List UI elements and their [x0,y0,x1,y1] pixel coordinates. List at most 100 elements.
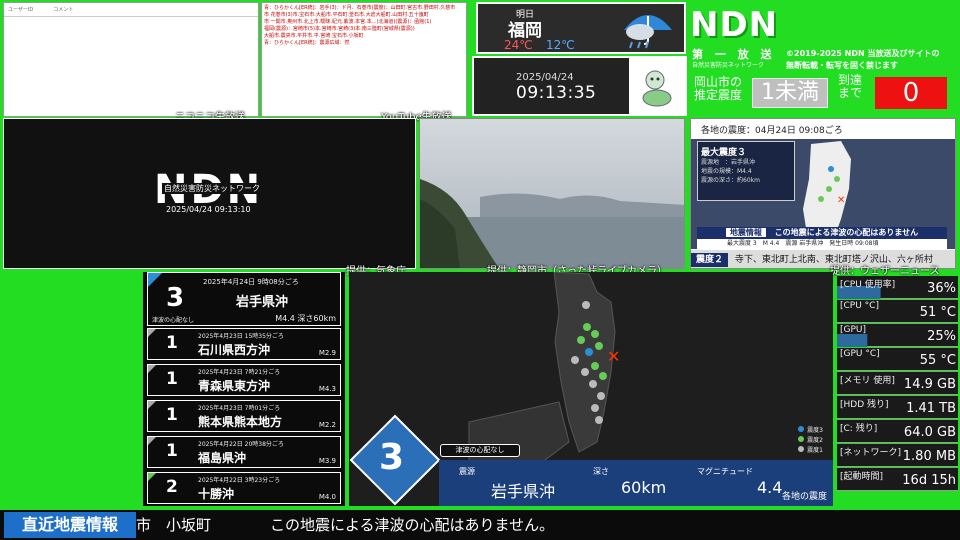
copyright-line-1: ©2019-2025 NDN 当放送及びサイトの [786,49,940,58]
weather-panel: 明日 福岡 24℃ 12℃ [476,2,686,54]
stat-value: 25% [927,329,956,344]
quake-tsunami: 津波の心配なし [152,317,195,324]
stat-value: 1.80 MB [902,449,956,464]
quake-magnitude: M2.2 [318,421,336,429]
regional-info-strip: 最大震度 3 M 4.4 震源 岩手県沖 発生日時 09:08頃 [697,239,947,249]
legend-item: 震度1 [798,446,823,456]
quake-magnitude: M4.4 深さ60km [275,314,336,323]
quake-intensity: 3 [166,283,185,313]
quake-list-item[interactable]: 2 2025年4月22日 3時23分ごろ 十勝沖 M4.0 [147,472,341,504]
legend-label: 震度3 [807,427,823,434]
stat-key: [GPU] [840,325,867,335]
nico-comment-header: ユーザーID コメント [4,3,258,17]
quake-intensity: 1 [166,369,178,389]
yt-comment-line: 青：ひらかくん[ER統]：震源広域：然 [264,40,350,46]
stat-cpu-temp: [CPU °C] 51 °C [837,300,958,323]
stat-key: [メモリ 使用] [840,376,895,386]
stat-key: [CPU °C] [840,301,879,311]
quake-magnitude: M4.0 [318,493,336,501]
regional-row: 震源の深さ：約60km [701,177,760,184]
quake-place: 青森県東方沖 [198,379,271,393]
ticker-label: 直近地震情報 [4,512,136,538]
estimated-intensity-value: 1未満 [752,78,828,108]
epicenter-value: 岩手県沖 [491,482,556,501]
recent-quake-list: 3 2025年4月24日 9時08分ごろ 岩手県沖 津波の心配なし M4.4 深… [143,272,345,506]
quake-list-item[interactable]: 1 2025年4月23日 7時21分ごろ 青森県東方沖 M4.3 [147,364,341,396]
mascot-icon [642,70,672,107]
intensity-corner [148,473,156,481]
stat-hdd: [HDD 残り] 1.41 TB [837,396,958,419]
magnitude-value: 4.4 [757,478,783,497]
stat-value: 16d 15h [902,473,956,488]
stat-key: [C: 残り] [840,424,878,434]
stat-key: [起動時間] [840,472,884,482]
regional-row: 地震の規模：M4.4 [701,168,752,175]
quake-list-item[interactable]: 1 2025年4月23日 7時01分ごろ 熊本県熊本地方 M2.2 [147,400,341,432]
regional-intensity-panel: 各地の震度：04月24日 09:08ごろ ✕ 最大震度３ 震源地 ：岩手県沖 地… [690,118,956,269]
quake-datetime: 2025年4月22日 3時23分ごろ [198,477,281,484]
quake-datetime: 2025年4月22日 20時38分ごろ [198,441,284,448]
quake-intensity: 1 [166,405,178,425]
clock-date: 2025/04/24 [516,72,574,83]
stat-value: 1.41 TB [906,401,956,416]
intensity-corner [148,401,156,409]
quake-magnitude: M2.9 [318,349,336,357]
quake-place: 熊本県熊本地方 [198,415,283,429]
latest-quake-card[interactable]: 3 2025年4月24日 9時08分ごろ 岩手県沖 津波の心配なし M4.4 深… [147,272,341,326]
nico-comment-panel: ユーザーID コメント [3,2,259,117]
main-quake-map: ✕ 3 津波の心配なし 震源 岩手県沖 深さ 60km マグニチュード 4.4 … [349,272,833,506]
stat-gpu-usage: [GPU] 25% [837,324,958,347]
pc-stats-panel: [CPU 使用率] 36% [CPU °C] 51 °C [GPU] 25% [… [837,276,958,508]
svg-text:✕: ✕ [607,347,620,366]
stat-uptime: [起動時間] 16d 15h [837,468,958,491]
regional-tsunami-text: この地震による津波の心配はありません [774,228,919,237]
depth-value: 60km [621,478,667,497]
depth-label: 深さ [593,467,609,476]
main-tsunami-badge: 津波の心配なし [440,444,520,457]
stat-value: 36% [927,281,956,296]
regional-bottom-label: 震度２ [691,253,729,267]
epicenter-label: 震源 [459,467,475,476]
youtube-comment-panel: 青：ひらかくん[ER統]：岩手(3)：ド月．石巻市(震度)：山田町.宮古市.野田… [261,2,467,117]
legend-dot-2 [798,436,805,442]
intensity-corner [148,365,156,373]
quake-magnitude: M3.9 [318,457,336,465]
clock-panel: 2025/04/24 09:13:35 [472,56,687,116]
weather-high: 24℃ [504,38,533,52]
quake-place: 福島県沖 [198,451,247,465]
weather-low: 12℃ [546,38,575,52]
stat-gpu-temp: [GPU °C] 55 °C [837,348,958,371]
arrival-label: 到達 まで [838,74,862,100]
regional-max-intensity: 最大震度３ [701,148,747,158]
legend-label: 震度1 [807,447,823,454]
quake-intensity: 2 [166,477,178,497]
quake-list-item[interactable]: 1 2025年4月22日 20時38分ごろ 福島県沖 M3.9 [147,436,341,468]
quake-list-item[interactable]: 1 2025年4月23日 15時35分ごろ 石川県西方沖 M2.9 [147,328,341,360]
main-intensity: 3 [379,437,405,478]
stat-value: 55 °C [919,353,956,368]
regional-row: 震源地 ：岩手県沖 [701,159,756,166]
intensity-corner [148,273,162,287]
ndn-live-panel: NDN 自然災害防災ネットワーク 2025/04/24 09:13:10 [3,118,416,269]
regional-tsunami-strip: 地震情報 この地震による津波の心配はありません [697,227,947,239]
quake-place: 石川県西方沖 [198,343,271,357]
ticker-text-2: この地震による津波の心配はありません。 [270,516,555,534]
quake-intensity: 1 [166,333,178,353]
yt-comment-line: 市 一関市.奥州市.北上市.曖昧.紀元.紫波.本宮.本...(北海道)(震源)：… [264,19,432,25]
usage-fill [837,334,868,347]
stat-key: [ネットワーク] [840,448,902,458]
yt-comment-line: 市 花巻市(3)市.宝石市.大船市.平石町.釜石市.大倉大船町.山田村.五十嵐町 [264,12,429,18]
legend-dot-3 [798,426,805,432]
quake-intensity: 1 [166,441,178,461]
stat-key: [HDD 残り] [840,400,889,410]
copyright-line-2: 無断転載・転写を固く禁じます [786,61,898,70]
main-map-footer: 各地の震度 [781,492,827,502]
arrival-label-line-2: まで [838,86,863,100]
news-ticker: 直近地震情報 市 小坂町 この地震による津波の心配はありません。 [0,510,960,540]
quake-magnitude: M4.3 [318,385,336,393]
quake-datetime: 2025年4月23日 7時01分ごろ [198,405,281,412]
umbrella-rain-icon [624,15,672,49]
yt-comment-line: 福岡(震源)：宮崎市(5)本.宮崎市.宮崎(3)本.南三陸町(宮城県(震源)) [264,26,415,32]
stat-value: 14.9 GB [903,377,956,392]
arrival-countdown: 0 [875,77,947,109]
